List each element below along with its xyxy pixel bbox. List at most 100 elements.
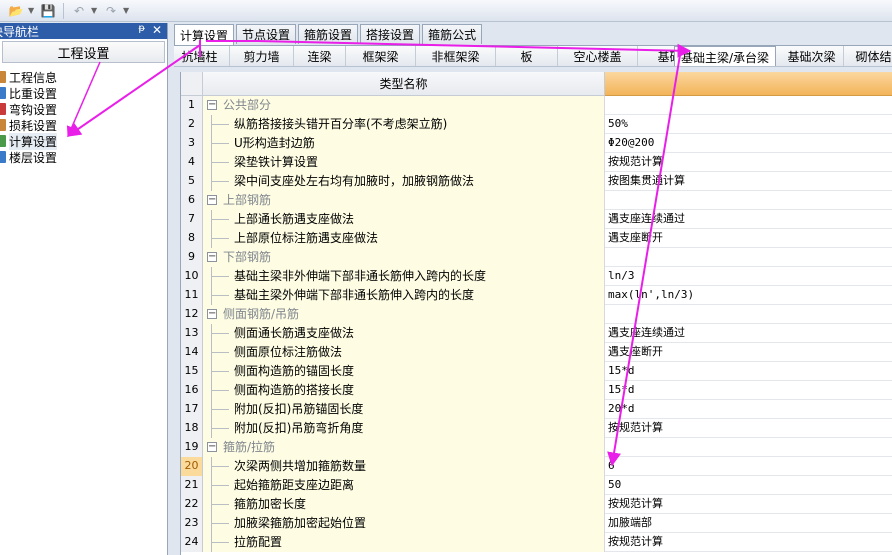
row-number[interactable]: 15 [181, 362, 203, 381]
close-icon[interactable]: ✕ [152, 23, 162, 37]
column-header-type-name[interactable]: 类型名称 [203, 72, 605, 96]
table-row[interactable]: 24 拉筋配置 按规范计算 [181, 533, 892, 552]
setting-name-cell[interactable]: 侧面通长筋遇支座做法 [203, 324, 605, 343]
table-row[interactable]: 9− 下部钢筋 [181, 248, 892, 267]
setting-value-cell[interactable] [605, 191, 892, 210]
row-number[interactable]: 10 [181, 267, 203, 286]
nav-item[interactable]: 楼层设置 [0, 149, 167, 165]
table-row[interactable]: 6− 上部钢筋 [181, 191, 892, 210]
table-row[interactable]: 2 纵筋搭接接头错开百分率(不考虑架立筋) 50% [181, 115, 892, 134]
setting-name-cell[interactable]: 附加(反扣)吊筋锚固长度 [203, 400, 605, 419]
setting-name-cell[interactable]: − 上部钢筋 [203, 191, 605, 210]
setting-value-cell[interactable]: ln/3 [605, 267, 892, 286]
setting-name-cell[interactable]: − 公共部分 [203, 96, 605, 115]
table-row[interactable]: 5 梁中间支座处左右均有加腋时，加腋钢筋做法 按图集贯通计算 [181, 172, 892, 191]
tab-sub[interactable]: 剪力墙 [230, 46, 294, 66]
tab-main[interactable]: 搭接设置 [360, 24, 421, 44]
tab-sub[interactable]: 基础次梁 [780, 46, 844, 66]
collapse-icon[interactable]: − [207, 100, 217, 110]
setting-value-cell[interactable]: 加腋端部 [605, 514, 892, 533]
chevron-down-icon[interactable]: ▼ [28, 6, 36, 15]
table-row[interactable]: 19− 箍筋/拉筋 [181, 438, 892, 457]
row-number[interactable]: 23 [181, 514, 203, 533]
setting-value-cell[interactable] [605, 305, 892, 324]
row-number[interactable]: 17 [181, 400, 203, 419]
setting-name-cell[interactable]: − 下部钢筋 [203, 248, 605, 267]
row-number[interactable]: 19 [181, 438, 203, 457]
collapse-icon[interactable]: − [207, 252, 217, 262]
tab-main[interactable]: 箍筋设置 [298, 24, 359, 44]
setting-value-cell[interactable]: 50 [605, 476, 892, 495]
table-row[interactable]: 18 附加(反扣)吊筋弯折角度 按规范计算 [181, 419, 892, 438]
table-row[interactable]: 3 U形构造封边筋 Φ20@200 [181, 134, 892, 153]
table-row[interactable]: 20 次梁两侧共增加箍筋数量 6 [181, 457, 892, 476]
setting-name-cell[interactable]: 拉筋配置 [203, 533, 605, 552]
row-number[interactable]: 12 [181, 305, 203, 324]
setting-value-cell[interactable]: 6 [605, 457, 892, 476]
setting-value-cell[interactable]: 15*d [605, 381, 892, 400]
setting-name-cell[interactable]: 箍筋加密长度 [203, 495, 605, 514]
column-header-value[interactable] [605, 72, 892, 96]
table-row[interactable]: 10 基础主梁非外伸端下部非通长筋伸入跨内的长度 ln/3 [181, 267, 892, 286]
setting-value-cell[interactable]: 遇支座连续通过 [605, 324, 892, 343]
nav-item[interactable]: 工程信息 [0, 69, 167, 85]
tab-sub[interactable]: 连梁 [294, 46, 346, 66]
row-number[interactable]: 6 [181, 191, 203, 210]
table-row[interactable]: 23 加腋梁箍筋加密起始位置 加腋端部 [181, 514, 892, 533]
setting-name-cell[interactable]: 梁中间支座处左右均有加腋时，加腋钢筋做法 [203, 172, 605, 191]
table-row[interactable]: 14 侧面原位标注筋做法 遇支座断开 [181, 343, 892, 362]
collapse-icon[interactable]: − [207, 309, 217, 319]
setting-value-cell[interactable]: 按规范计算 [605, 419, 892, 438]
table-row[interactable]: 15 侧面构造筋的锚固长度 15*d [181, 362, 892, 381]
tab-main[interactable]: 节点设置 [236, 24, 297, 44]
setting-value-cell[interactable] [605, 248, 892, 267]
setting-value-cell[interactable] [605, 96, 892, 115]
row-number[interactable]: 3 [181, 134, 203, 153]
row-number[interactable]: 22 [181, 495, 203, 514]
row-number[interactable]: 13 [181, 324, 203, 343]
setting-name-cell[interactable]: 基础主梁外伸端下部非通长筋伸入跨内的长度 [203, 286, 605, 305]
setting-value-cell[interactable]: Φ20@200 [605, 134, 892, 153]
row-number[interactable]: 9 [181, 248, 203, 267]
tab-sub[interactable]: 抗墙柱 [174, 46, 230, 66]
setting-name-cell[interactable]: 梁垫铁计算设置 [203, 153, 605, 172]
undo-icon[interactable]: ↶ [69, 2, 89, 20]
setting-value-cell[interactable]: 遇支座连续通过 [605, 210, 892, 229]
pin-icon[interactable]: ᵽ [138, 23, 145, 34]
save-icon[interactable]: 💾 [38, 2, 58, 20]
setting-name-cell[interactable]: − 侧面钢筋/吊筋 [203, 305, 605, 324]
row-number[interactable]: 20 [181, 457, 203, 476]
setting-value-cell[interactable]: 按规范计算 [605, 495, 892, 514]
chevron-down-icon[interactable]: ▼ [91, 6, 99, 15]
setting-value-cell[interactable]: 按规范计算 [605, 533, 892, 552]
nav-item[interactable]: 弯钩设置 [0, 101, 167, 117]
setting-name-cell[interactable]: 侧面构造筋的锚固长度 [203, 362, 605, 381]
table-row[interactable]: 17 附加(反扣)吊筋锚固长度 20*d [181, 400, 892, 419]
row-number[interactable]: 14 [181, 343, 203, 362]
row-number[interactable]: 18 [181, 419, 203, 438]
nav-item[interactable]: 损耗设置 [0, 117, 167, 133]
setting-name-cell[interactable]: 侧面原位标注筋做法 [203, 343, 605, 362]
setting-name-cell[interactable]: 加腋梁箍筋加密起始位置 [203, 514, 605, 533]
row-number[interactable]: 21 [181, 476, 203, 495]
setting-name-cell[interactable]: 侧面构造筋的搭接长度 [203, 381, 605, 400]
setting-name-cell[interactable]: 纵筋搭接接头错开百分率(不考虑架立筋) [203, 115, 605, 134]
setting-value-cell[interactable]: 按规范计算 [605, 153, 892, 172]
setting-name-cell[interactable]: 上部原位标注筋遇支座做法 [203, 229, 605, 248]
row-number[interactable]: 5 [181, 172, 203, 191]
tab-sub[interactable]: 板 [496, 46, 558, 66]
row-number[interactable]: 16 [181, 381, 203, 400]
chevron-down-icon[interactable]: ▼ [123, 6, 131, 15]
table-row[interactable]: 22 箍筋加密长度 按规范计算 [181, 495, 892, 514]
setting-value-cell[interactable]: 按图集贯通计算 [605, 172, 892, 191]
tab-sub[interactable]: 空心楼盖 [558, 46, 638, 66]
row-number[interactable]: 7 [181, 210, 203, 229]
tab-sub[interactable]: 砌体结 [844, 46, 892, 66]
table-row[interactable]: 4 梁垫铁计算设置 按规范计算 [181, 153, 892, 172]
setting-name-cell[interactable]: − 箍筋/拉筋 [203, 438, 605, 457]
setting-value-cell[interactable]: 20*d [605, 400, 892, 419]
row-number[interactable]: 4 [181, 153, 203, 172]
nav-item[interactable]: 比重设置 [0, 85, 167, 101]
tab-sub[interactable]: 框架梁 [346, 46, 416, 66]
project-settings-header[interactable]: 工程设置 [2, 41, 165, 63]
